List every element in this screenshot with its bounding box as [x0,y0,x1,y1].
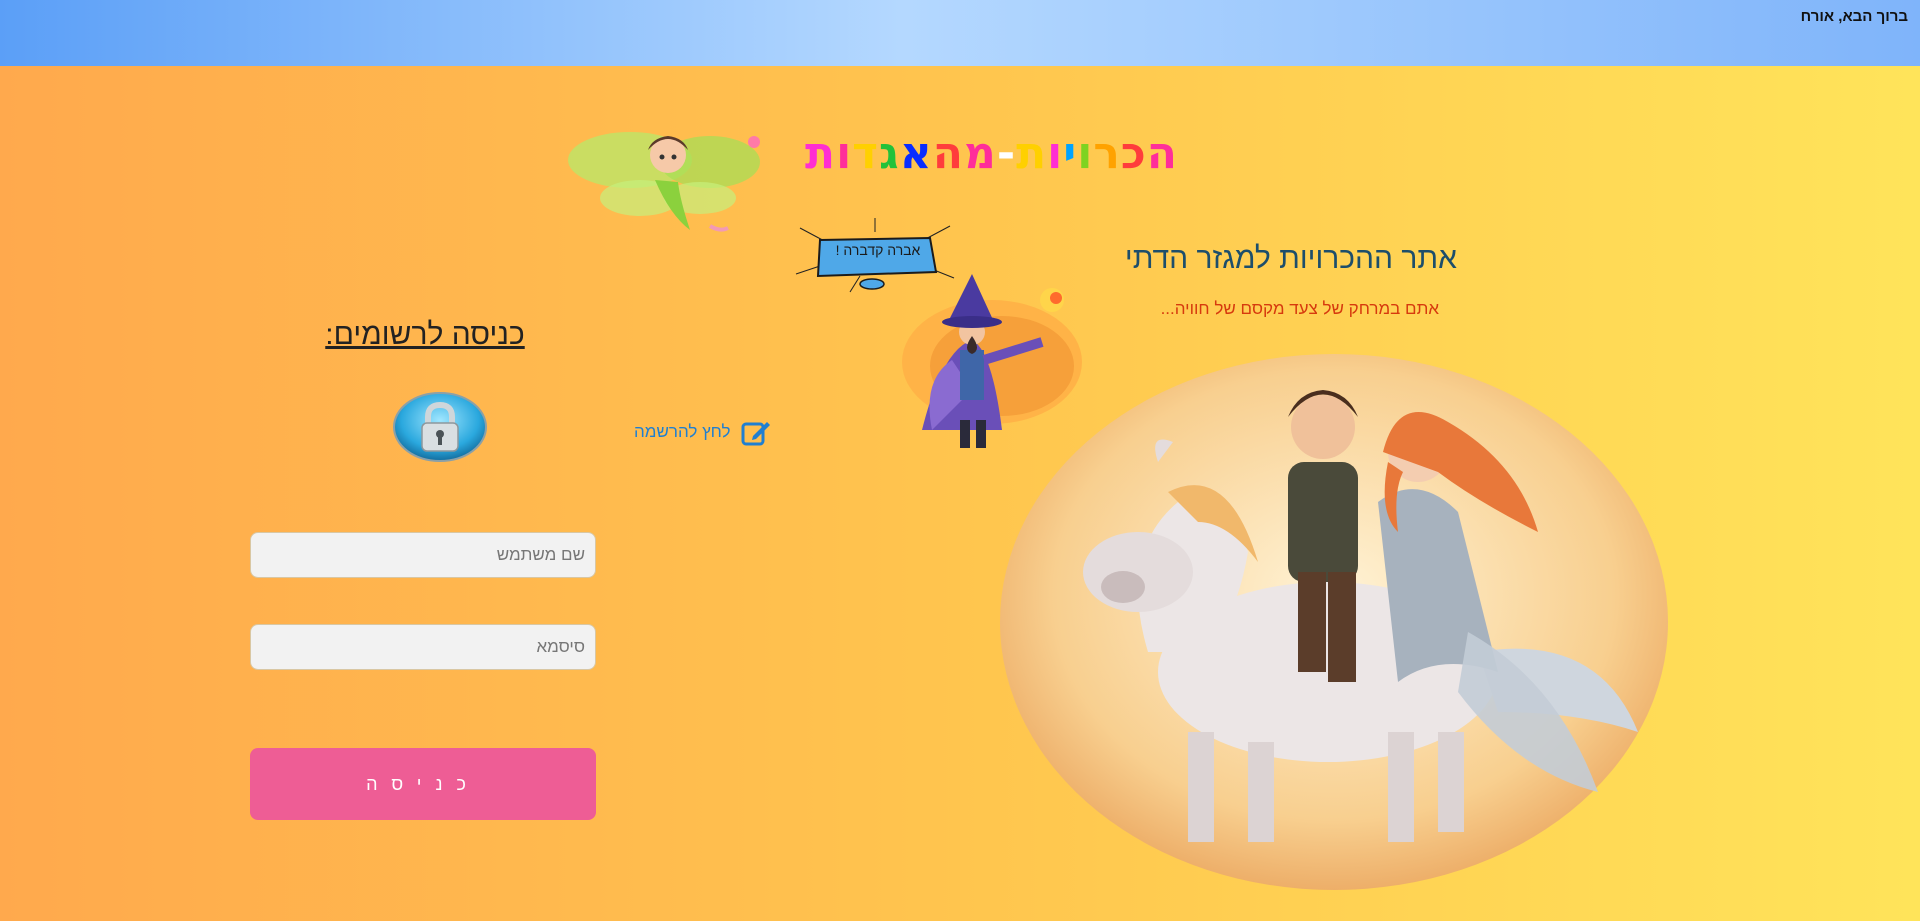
fairy-illustration [568,132,760,232]
site-title-letter: ר [1093,128,1121,179]
site-title-letter: ה [1146,128,1179,179]
site-title-letter: ד [852,128,880,179]
greeting-text: ברוך הבא, אורח [1800,8,1908,25]
site-title-letter: ה [932,128,964,179]
site-title-letter: - [996,128,1017,179]
site-title-letter: א [899,128,933,179]
register-link-label: לחץ להרשמה [634,422,731,441]
top-bar: ברוך הבא, אורח [0,0,1920,66]
site-title-letter: ג [879,128,900,179]
site-subtitle: אתר ההכרויות למגזר הדתי [1124,242,1457,275]
site-title: הכרויות-מהאגדות [805,128,1178,179]
site-tagline: אתם במרחק של צעד מקסם של חוויה... [1160,299,1439,318]
site-title-letter: ו [836,128,853,179]
padlock-icon [393,392,487,462]
couple-on-horse-illustration [1000,354,1668,890]
site-title-letter: ו [1077,128,1094,179]
login-heading: כניסה לרשומים: [325,318,525,351]
username-input[interactable] [250,532,596,578]
speech-bubble-text: אברה קדברה ! [835,242,921,258]
site-title-letter: ו [1047,128,1064,179]
register-link[interactable]: לחץ להרשמה [634,418,771,446]
site-title-letter: ת [805,128,837,179]
login-button[interactable]: כניסה [250,748,596,820]
password-input[interactable] [250,624,596,670]
site-title-letter: ת [1016,128,1048,179]
site-title-letter: י [1063,128,1078,179]
edit-icon [741,422,770,446]
site-title-letter: מ [964,128,997,179]
site-title-letter: כ [1120,128,1147,179]
